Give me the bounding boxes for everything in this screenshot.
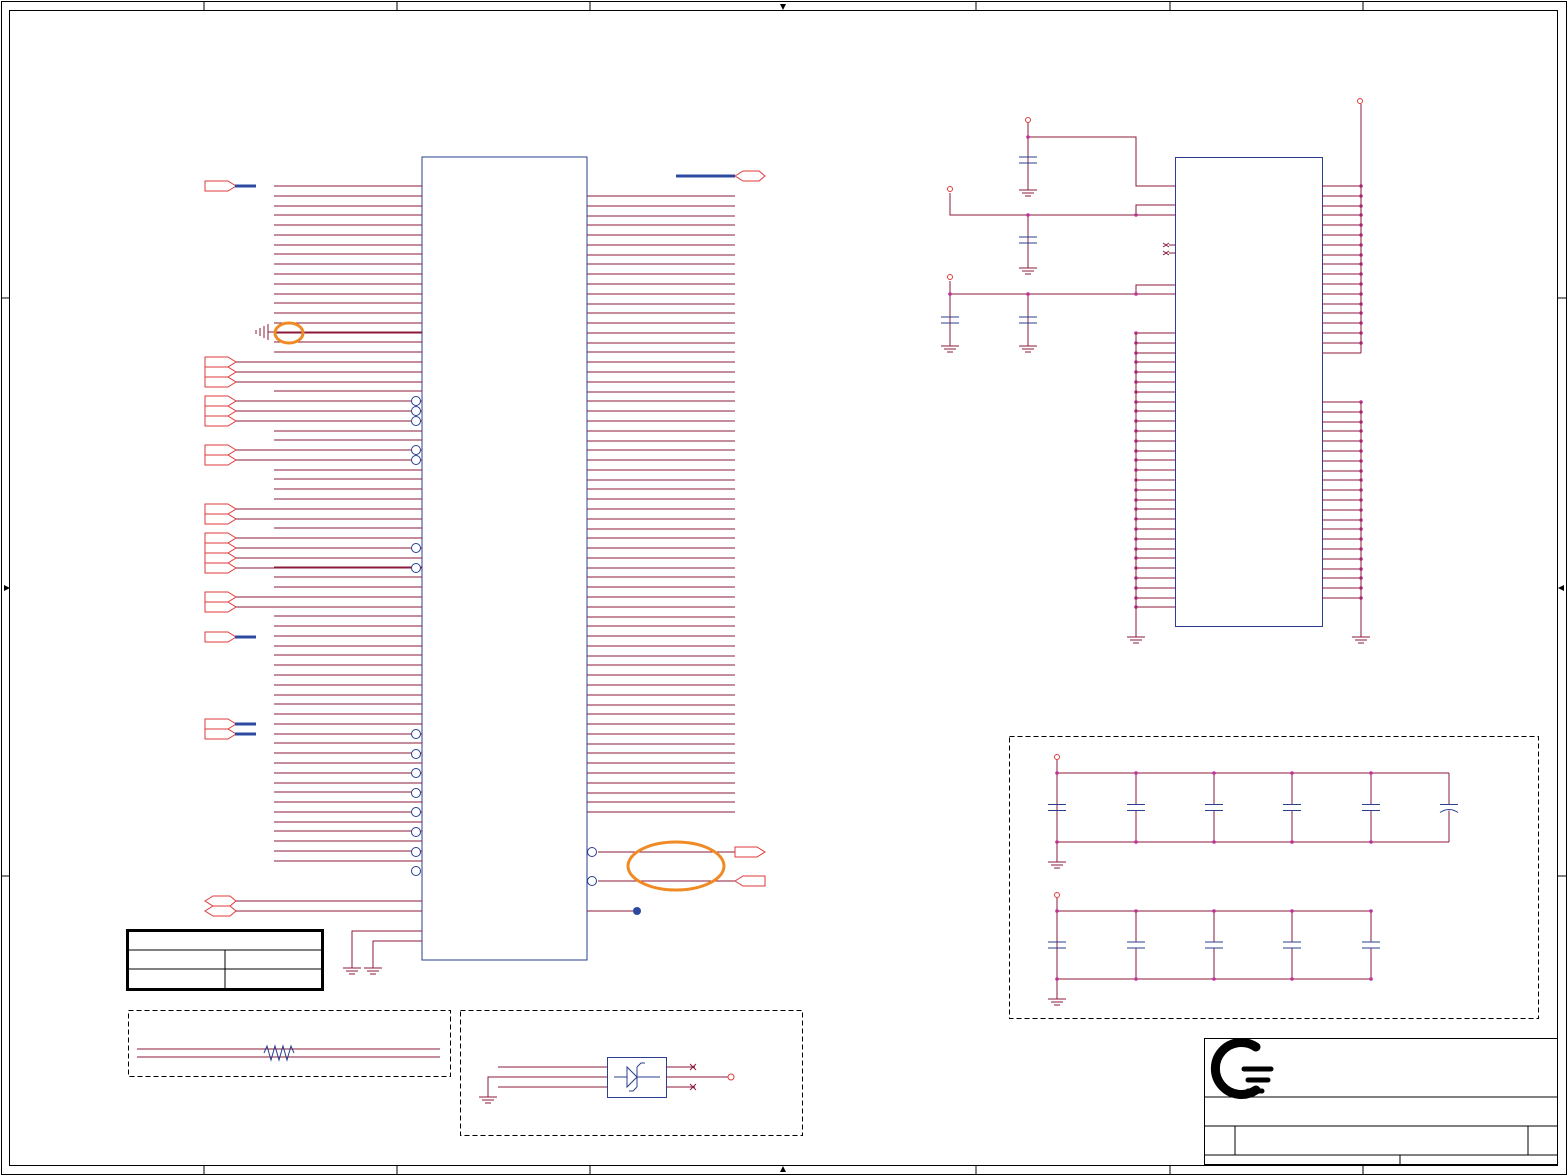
junction-dot bbox=[1134, 840, 1138, 844]
input-port bbox=[204, 718, 237, 730]
resistor-symbol bbox=[263, 1044, 295, 1062]
input-port bbox=[204, 542, 237, 554]
junction-dot bbox=[1134, 213, 1138, 217]
junction-dot bbox=[633, 907, 641, 915]
input-port bbox=[204, 591, 237, 603]
pin-circle bbox=[411, 807, 421, 817]
decoupling-capacitor-section bbox=[1009, 736, 1539, 1019]
output-ports-pair bbox=[734, 846, 766, 887]
power-decoupling bbox=[949, 123, 1175, 346]
pin-circle bbox=[411, 543, 421, 553]
schematic-sheet bbox=[1, 1, 1567, 1175]
pin-circle bbox=[411, 788, 421, 798]
pin-circle bbox=[411, 847, 421, 857]
junction-dot bbox=[1055, 771, 1059, 775]
junction-dot bbox=[1212, 771, 1216, 775]
input-port bbox=[204, 503, 237, 515]
pin-circle bbox=[411, 396, 421, 406]
main-connector-right-pins bbox=[587, 195, 735, 813]
junction-dot bbox=[1134, 292, 1138, 296]
power-port-symbol bbox=[1054, 754, 1060, 760]
main-connector-body bbox=[421, 156, 588, 961]
bottom-left-wires bbox=[236, 900, 422, 912]
junction-dot bbox=[1026, 213, 1030, 217]
pin-circle bbox=[411, 455, 421, 465]
junction-dot bbox=[1134, 909, 1138, 913]
input-port bbox=[204, 444, 237, 456]
input-port bbox=[204, 552, 237, 564]
protection-section bbox=[460, 1010, 803, 1136]
input-port bbox=[204, 405, 237, 417]
input-port bbox=[204, 601, 237, 613]
junction-dot bbox=[1290, 840, 1294, 844]
resistor-section bbox=[128, 1010, 451, 1077]
input-port bbox=[204, 631, 237, 643]
input-port bbox=[204, 356, 237, 368]
input-port bbox=[204, 532, 237, 544]
junction-dot bbox=[1290, 771, 1294, 775]
secondary-connector-body bbox=[1175, 157, 1323, 627]
junction-dot bbox=[1055, 909, 1059, 913]
input-port bbox=[204, 376, 237, 388]
junction-dot bbox=[1212, 977, 1216, 981]
company-logo bbox=[1210, 1038, 1274, 1099]
pin-circle bbox=[411, 866, 421, 876]
junction-dot bbox=[1134, 771, 1138, 775]
junction-dot bbox=[1369, 771, 1373, 775]
capacitor-group-top bbox=[941, 135, 1138, 353]
pin-circle bbox=[411, 729, 421, 739]
output-pair-circles bbox=[587, 847, 597, 886]
pin-circle bbox=[411, 406, 421, 416]
input-port bbox=[204, 366, 237, 378]
power-port-symbol bbox=[1054, 892, 1060, 898]
input-port bbox=[204, 728, 237, 740]
pin-circle bbox=[411, 563, 421, 573]
input-port bbox=[204, 415, 237, 427]
junction-dot bbox=[1369, 977, 1373, 981]
pin-circle bbox=[411, 416, 421, 426]
input-port bbox=[204, 562, 237, 574]
junction-dot bbox=[1026, 292, 1030, 296]
junction-dot bbox=[1369, 909, 1373, 913]
junction-dot bbox=[1055, 840, 1059, 844]
output-port-top bbox=[734, 170, 766, 182]
pin-circle bbox=[411, 827, 421, 837]
title-block bbox=[1204, 1038, 1558, 1165]
revision-table bbox=[126, 929, 324, 991]
bus-stubs bbox=[235, 174, 735, 736]
junction-dot bbox=[1212, 909, 1216, 913]
input-port bbox=[204, 513, 237, 525]
junction-dot bbox=[1055, 977, 1059, 981]
bottom-ground-wires bbox=[343, 930, 422, 975]
junction-dot bbox=[948, 292, 952, 296]
bottom-left-ports bbox=[204, 895, 237, 917]
pin-circle bbox=[411, 749, 421, 759]
power-ports-top bbox=[947, 98, 1363, 280]
diode-symbol bbox=[614, 1062, 660, 1092]
junction-dot bbox=[1134, 977, 1138, 981]
secondary-connector-pins bbox=[1127, 104, 1370, 644]
junction-dot bbox=[1290, 909, 1294, 913]
main-connector-left-pins bbox=[274, 185, 422, 862]
junction-dot bbox=[1290, 977, 1294, 981]
input-port bbox=[204, 454, 237, 466]
output-pair-highlight bbox=[626, 840, 726, 892]
input-port bbox=[204, 395, 237, 407]
pin-circle bbox=[411, 445, 421, 455]
capacitor-bank bbox=[1048, 754, 1459, 1006]
pin-circle bbox=[411, 768, 421, 778]
junction-dot bbox=[1369, 840, 1373, 844]
junction-dot bbox=[1212, 840, 1216, 844]
junction-dot bbox=[1026, 135, 1030, 139]
input-port bbox=[204, 180, 237, 192]
